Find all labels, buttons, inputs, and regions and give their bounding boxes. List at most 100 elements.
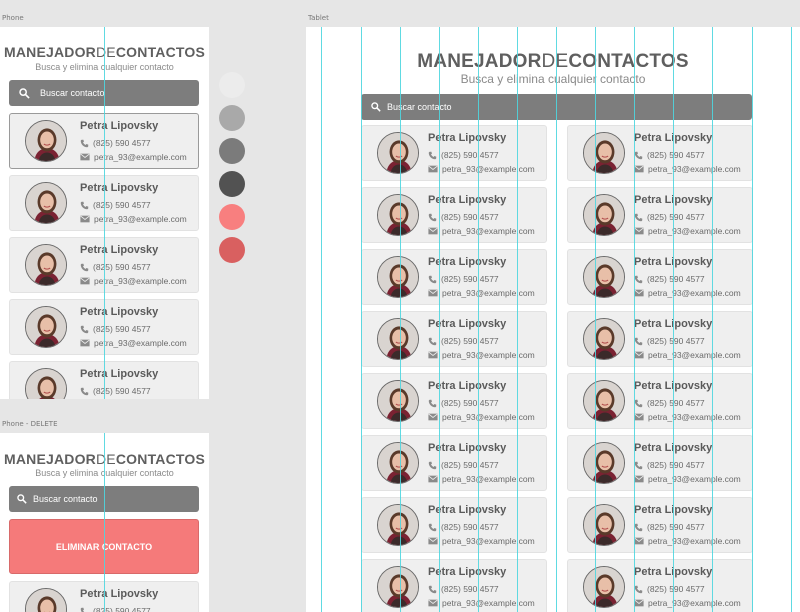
color-swatch — [219, 237, 245, 263]
contact-card[interactable]: Petra Lipovsky(825) 590 4577petra_93@exa… — [361, 187, 547, 243]
contact-card[interactable]: Petra Lipovsky(825) 590 4577petra_93@exa… — [361, 311, 547, 367]
avatar — [583, 566, 625, 608]
layout-guide-line — [321, 27, 322, 612]
avatar-photo-icon — [378, 381, 418, 421]
contact-email-text: petra_93@example.com — [442, 164, 535, 174]
contact-phone-text: (825) 590 4577 — [647, 150, 705, 160]
email-icon — [80, 215, 90, 223]
avatar-photo-icon — [584, 133, 624, 173]
layout-guide-line — [673, 27, 674, 612]
avatar — [377, 566, 419, 608]
tablet-artboard: MANEJADORDECONTACTOS Busca y elimina cua… — [306, 27, 800, 612]
contact-email: petra_93@example.com — [428, 536, 535, 546]
email-icon — [428, 475, 438, 483]
avatar — [377, 194, 419, 236]
phone-icon — [634, 337, 643, 345]
contact-card[interactable]: Petra Lipovsky(825) 590 4577petra_93@exa… — [361, 249, 547, 305]
avatar-photo-icon — [584, 319, 624, 359]
contact-email: petra_93@example.com — [80, 338, 187, 348]
contact-card[interactable]: Petra Lipovsky(825) 590 4577petra_93@exa… — [361, 435, 547, 491]
contact-phone-text: (825) 590 4577 — [647, 274, 705, 284]
contact-phone-text: (825) 590 4577 — [93, 606, 151, 612]
contact-phone-text: (825) 590 4577 — [93, 200, 151, 210]
contact-phone-text: (825) 590 4577 — [441, 212, 499, 222]
avatar-photo-icon — [584, 443, 624, 483]
avatar-photo-icon — [584, 381, 624, 421]
avatar-photo-icon — [378, 567, 418, 607]
contact-email-text: petra_93@example.com — [442, 226, 535, 236]
contact-email: petra_93@example.com — [428, 164, 535, 174]
avatar — [25, 244, 67, 286]
contact-phone-text: (825) 590 4577 — [441, 336, 499, 346]
avatar — [377, 318, 419, 360]
avatar — [583, 256, 625, 298]
avatar-photo-icon — [26, 183, 66, 223]
contact-email-text: petra_93@example.com — [648, 474, 741, 484]
contact-phone-text: (825) 590 4577 — [93, 386, 151, 396]
avatar — [377, 132, 419, 174]
contact-email-text: petra_93@example.com — [648, 536, 741, 546]
contact-email-text: petra_93@example.com — [648, 350, 741, 360]
search-icon — [19, 87, 30, 99]
contact-phone-text: (825) 590 4577 — [93, 138, 151, 148]
email-icon — [634, 475, 644, 483]
layout-guide-line — [104, 27, 105, 399]
contact-phone: (825) 590 4577 — [634, 522, 705, 532]
contact-email-text: petra_93@example.com — [648, 412, 741, 422]
avatar — [583, 194, 625, 236]
email-icon — [80, 277, 90, 285]
contact-phone-text: (825) 590 4577 — [93, 324, 151, 334]
contact-phone-text: (825) 590 4577 — [647, 336, 705, 346]
phone-icon — [428, 523, 437, 531]
layout-guide-line — [517, 27, 518, 612]
email-icon — [634, 165, 644, 173]
contact-phone: (825) 590 4577 — [634, 584, 705, 594]
email-icon — [80, 153, 90, 161]
avatar-photo-icon — [378, 257, 418, 297]
phone-icon — [428, 585, 437, 593]
contact-phone-text: (825) 590 4577 — [441, 398, 499, 408]
contact-name: Petra Lipovsky — [80, 368, 159, 380]
phone-icon — [428, 151, 437, 159]
contact-email: petra_93@example.com — [80, 214, 187, 224]
contact-email: petra_93@example.com — [428, 288, 535, 298]
avatar-photo-icon — [26, 121, 66, 161]
contact-email-text: petra_93@example.com — [442, 412, 535, 422]
contact-card[interactable]: Petra Lipovsky(825) 590 4577petra_93@exa… — [361, 125, 547, 181]
avatar — [377, 504, 419, 546]
phone-icon — [80, 139, 89, 147]
contact-email: petra_93@example.com — [428, 598, 535, 608]
contact-phone: (825) 590 4577 — [634, 150, 705, 160]
contact-email-text: petra_93@example.com — [94, 214, 187, 224]
contact-phone-text: (825) 590 4577 — [441, 460, 499, 470]
contact-email: petra_93@example.com — [634, 474, 741, 484]
contact-phone-text: (825) 590 4577 — [647, 212, 705, 222]
search-placeholder: Buscar contacto — [40, 88, 105, 98]
contact-card[interactable]: Petra Lipovsky(825) 590 4577petra_93@exa… — [361, 373, 547, 429]
contact-email: petra_93@example.com — [428, 412, 535, 422]
avatar-photo-icon — [26, 369, 66, 399]
avatar-photo-icon — [584, 567, 624, 607]
contact-phone: (825) 590 4577 — [634, 336, 705, 346]
artboard-label-phone-delete: Phone - DELETE — [2, 420, 58, 428]
email-icon — [428, 599, 438, 607]
contact-email: petra_93@example.com — [428, 474, 535, 484]
avatar-photo-icon — [378, 505, 418, 545]
contact-phone: (825) 590 4577 — [634, 274, 705, 284]
avatar-photo-icon — [378, 319, 418, 359]
contact-phone: (825) 590 4577 — [634, 398, 705, 408]
color-swatch — [219, 138, 245, 164]
contact-phone: (825) 590 4577 — [80, 138, 151, 148]
contact-name: Petra Lipovsky — [80, 120, 159, 132]
contact-card[interactable]: Petra Lipovsky(825) 590 4577petra_93@exa… — [361, 497, 547, 553]
phone-icon — [80, 387, 89, 395]
avatar — [377, 256, 419, 298]
email-icon — [634, 413, 644, 421]
search-placeholder: Buscar contacto — [33, 494, 98, 504]
contact-phone-text: (825) 590 4577 — [441, 274, 499, 284]
contact-email-text: petra_93@example.com — [648, 164, 741, 174]
contact-phone-text: (825) 590 4577 — [441, 584, 499, 594]
phone-icon — [80, 607, 88, 612]
contact-phone-text: (825) 590 4577 — [93, 262, 151, 272]
contact-card[interactable]: Petra Lipovsky(825) 590 4577petra_93@exa… — [361, 559, 547, 612]
